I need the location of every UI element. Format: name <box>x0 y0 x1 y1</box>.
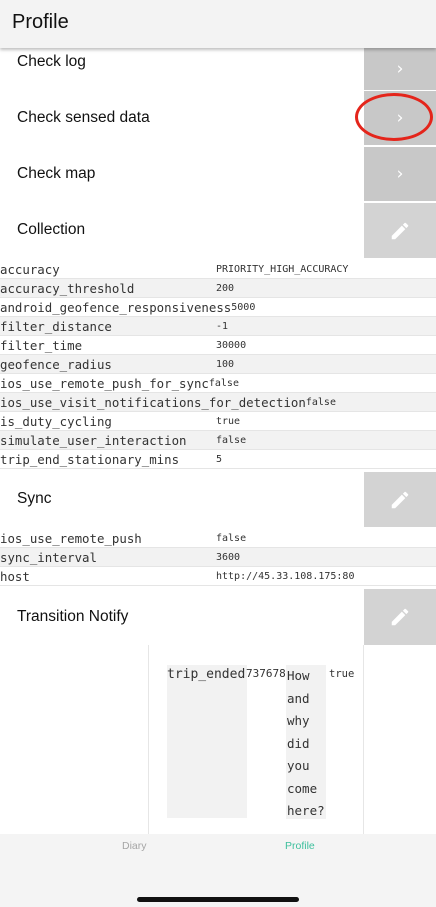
notify-text-word: you <box>287 758 310 773</box>
config-key: android_geofence_responsiveness <box>0 299 232 315</box>
config-value: false <box>216 434 247 446</box>
transition-notify-edit-button[interactable] <box>364 589 436 645</box>
transition-notify-label: Transition Notify <box>17 608 129 625</box>
table-row: android_geofence_responsiveness 5000 <box>0 298 436 317</box>
check-map-label: Check map <box>17 165 96 182</box>
table-row: ios_use_visit_notifications_for_detectio… <box>0 393 436 412</box>
table-row: filter_distance -1 <box>0 317 436 336</box>
config-value: 100 <box>216 358 235 370</box>
check-map-button[interactable]: › <box>364 147 436 201</box>
chevron-right-icon: › <box>396 59 404 79</box>
sync-table: ios_use_remote_push false sync_interval 36… <box>0 529 436 586</box>
config-value: 5000 <box>231 301 256 313</box>
notify-text-word: did <box>287 735 310 751</box>
config-value: 200 <box>216 282 235 294</box>
config-key: accuracy <box>0 261 60 277</box>
config-key: sync_interval <box>0 549 97 565</box>
check-sensed-data-label: Check sensed data <box>17 109 150 126</box>
tab-profile[interactable]: Profile <box>285 840 315 852</box>
table-row: ios_use_remote_push_for_sync false <box>0 374 436 393</box>
chevron-right-icon: › <box>396 164 404 184</box>
config-key: accuracy_threshold <box>0 280 135 296</box>
transition-notify-card: trip_ended 737678 How and why did you co… <box>148 645 364 835</box>
sync-label: Sync <box>17 490 52 507</box>
notify-text: How and why did you come here? <box>286 665 326 819</box>
tab-diary[interactable]: Diary <box>122 840 147 852</box>
table-row: ios_use_remote_push false <box>0 529 436 548</box>
config-value: 5 <box>216 453 223 465</box>
check-log-label: Check log <box>17 53 86 70</box>
collection-label: Collection <box>17 221 86 238</box>
config-key: ios_use_remote_push_for_sync <box>0 375 209 391</box>
table-row: is_duty_cycling true <box>0 412 436 431</box>
config-value: 3600 <box>216 551 241 563</box>
config-key: is_duty_cycling <box>0 413 112 429</box>
table-row: accuracy_threshold 200 <box>0 279 436 298</box>
sync-edit-button[interactable] <box>364 472 436 527</box>
config-value: false <box>208 377 239 389</box>
table-row: trip_end_stationary_mins 5 <box>0 450 436 469</box>
pencil-icon <box>391 491 409 508</box>
config-key: simulate_user_interaction <box>0 432 187 448</box>
notify-text-word: How <box>287 668 310 683</box>
table-row: accuracy PRIORITY_HIGH_ACCURACY <box>0 260 436 279</box>
table-row: filter_time 30000 <box>0 336 436 355</box>
config-value: true <box>216 415 241 427</box>
home-indicator[interactable] <box>137 897 299 902</box>
config-value: false <box>216 532 247 544</box>
collection-edit-button[interactable] <box>364 203 436 258</box>
pencil-icon <box>391 222 409 239</box>
app-header: Profile <box>0 0 436 48</box>
notify-text-word: and <box>287 690 310 706</box>
config-value: http://45.33.108.175:80 <box>216 570 355 582</box>
config-key: ios_use_visit_notifications_for_detectio… <box>0 394 306 410</box>
config-value: -1 <box>216 320 229 332</box>
config-value: false <box>305 396 336 408</box>
notify-id: 737678 <box>246 667 286 680</box>
check-log-button[interactable]: › <box>364 48 436 90</box>
config-key: host <box>0 568 30 584</box>
bottom-tab-bar: Diary Profile <box>0 834 436 907</box>
config-value: PRIORITY_HIGH_ACCURACY <box>216 263 349 275</box>
notify-text-word: here? <box>287 803 325 818</box>
config-value: 30000 <box>216 339 247 351</box>
highlight-circle <box>355 93 433 141</box>
table-row: host http://45.33.108.175:80 <box>0 567 436 586</box>
notify-flag: true <box>329 668 355 680</box>
pencil-icon <box>391 608 409 626</box>
table-row: simulate_user_interaction false <box>0 431 436 450</box>
table-row: geofence_radius 100 <box>0 355 436 374</box>
notify-text-word: why <box>287 713 310 728</box>
config-key: filter_time <box>0 337 83 353</box>
config-key: ios_use_remote_push <box>0 530 142 546</box>
config-key: trip_end_stationary_mins <box>0 451 180 467</box>
config-key: filter_distance <box>0 318 112 334</box>
page-title: Profile <box>12 11 69 33</box>
collection-table: accuracy PRIORITY_HIGH_ACCURACY accuracy_… <box>0 260 436 469</box>
config-key: geofence_radius <box>0 356 112 372</box>
table-row: sync_interval 3600 <box>0 548 436 567</box>
notify-name: trip_ended <box>167 665 247 818</box>
notify-text-word: come <box>287 780 318 796</box>
